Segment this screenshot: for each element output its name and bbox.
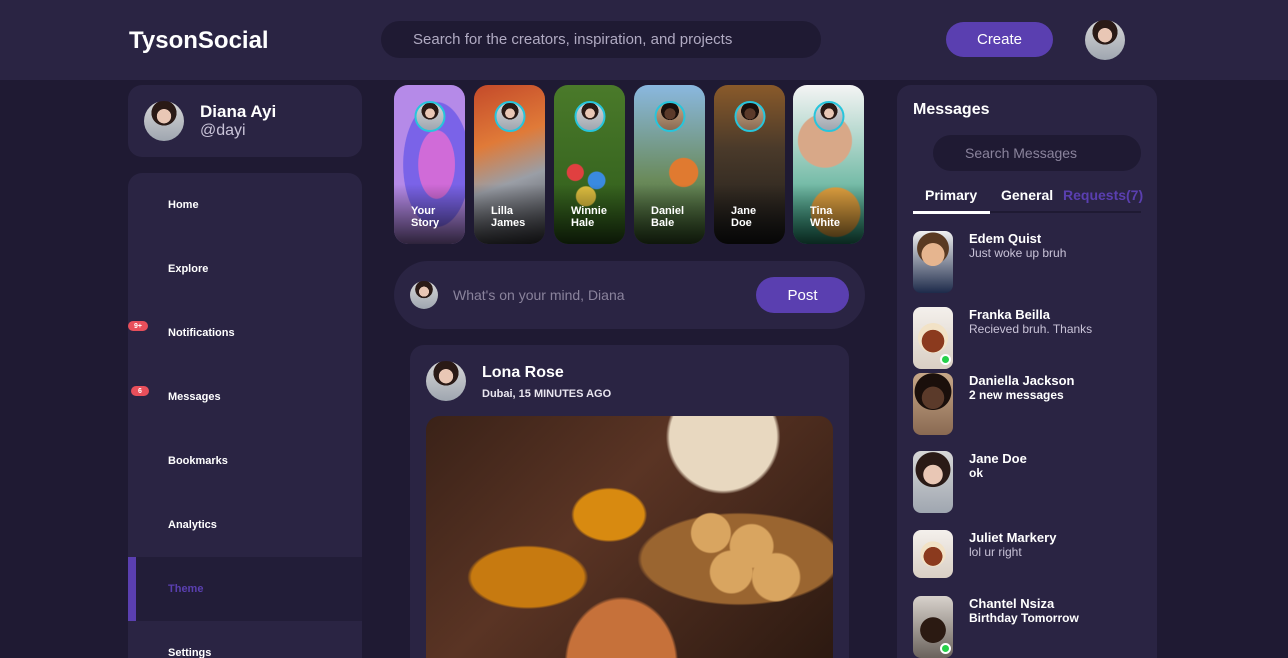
story-avatar xyxy=(813,101,844,132)
menu-item-analytics[interactable]: Analytics xyxy=(128,493,362,557)
menu-item-label: Settings xyxy=(168,647,212,658)
menu-item-label: Messages xyxy=(168,391,221,403)
messages-search-input[interactable]: Search Messages xyxy=(933,135,1141,171)
menu-item-theme[interactable]: Theme xyxy=(128,557,362,621)
message-sender: Edem Quist xyxy=(969,231,1042,246)
composer-avatar xyxy=(410,281,438,309)
message-item[interactable]: Jane Doe ok xyxy=(913,451,1141,513)
profile-card[interactable]: Diana Ayi @dayi xyxy=(128,85,362,157)
menu-item-label: Theme xyxy=(168,583,204,595)
tab-general[interactable]: General xyxy=(1001,187,1053,203)
message-preview: ok xyxy=(969,466,984,480)
global-search-placeholder: Search for the creators, inspiration, an… xyxy=(413,31,733,48)
menu-item-home[interactable]: Home xyxy=(128,173,362,237)
story-avatar xyxy=(494,101,525,132)
message-sender: Chantel Nsiza xyxy=(969,596,1055,611)
message-avatar xyxy=(913,373,953,435)
message-item[interactable]: Juliet Markery lol ur right xyxy=(913,530,1141,592)
post-button[interactable]: Post xyxy=(756,277,849,313)
menu-item-label: Bookmarks xyxy=(168,455,228,467)
post-author-name[interactable]: Lona Rose xyxy=(482,364,564,382)
message-preview: Just woke up bruh xyxy=(969,246,1067,260)
menu-item-notifications[interactable]: 9+ Notifications xyxy=(128,301,362,365)
post-composer: What's on your mind, Diana Post xyxy=(394,261,865,329)
story-card[interactable]: Tina White xyxy=(793,85,864,244)
online-indicator xyxy=(940,643,951,654)
message-item[interactable]: Edem Quist Just woke up bruh xyxy=(913,231,1141,293)
story-avatar xyxy=(654,101,685,132)
story-name: Jane Doe xyxy=(731,205,757,229)
story-name: Lilla James xyxy=(491,205,526,229)
menu-item-explore[interactable]: Explore xyxy=(128,237,362,301)
composer-input[interactable]: What's on your mind, Diana xyxy=(453,287,625,303)
messages-badge: 6 xyxy=(131,386,149,396)
message-preview: lol ur right xyxy=(969,545,1022,559)
story-card[interactable]: Winnie Hale xyxy=(554,85,625,244)
profile-name: Diana Ayi xyxy=(200,102,277,121)
sidebar-menu: Home Explore 9+ Notifications 6 Messages… xyxy=(128,173,362,658)
message-preview: 2 new messages xyxy=(969,388,1064,402)
message-avatar xyxy=(913,530,953,578)
messages-panel: Messages Search Messages Primary General… xyxy=(897,85,1157,658)
message-sender: Franka Beilla xyxy=(969,307,1050,322)
menu-item-label: Analytics xyxy=(168,519,217,531)
story-avatar xyxy=(734,101,765,132)
story-name: Daniel Bale xyxy=(651,205,685,229)
active-indicator xyxy=(128,557,136,621)
profile-avatar xyxy=(144,101,184,141)
create-button[interactable]: Create xyxy=(946,22,1053,57)
online-indicator xyxy=(940,354,951,365)
post-image[interactable] xyxy=(426,416,833,658)
tab-primary[interactable]: Primary xyxy=(912,187,991,214)
story-avatar xyxy=(414,101,445,132)
menu-item-label: Notifications xyxy=(168,327,235,339)
message-sender: Daniella Jackson xyxy=(969,373,1075,388)
menu-item-bookmarks[interactable]: Bookmarks xyxy=(128,429,362,493)
message-avatar xyxy=(913,231,953,293)
message-item[interactable]: Daniella Jackson 2 new messages xyxy=(913,373,1141,435)
message-preview: Birthday Tomorrow xyxy=(969,611,1079,625)
tab-requests[interactable]: Requests(7) xyxy=(1063,187,1143,203)
notifications-badge: 9+ xyxy=(128,321,148,331)
story-name: Tina White xyxy=(810,205,840,229)
message-sender: Juliet Markery xyxy=(969,530,1057,545)
message-avatar xyxy=(913,451,953,513)
story-name: Your Story xyxy=(411,205,440,229)
navbar: TysonSocial Search for the creators, ins… xyxy=(0,0,1288,80)
message-sender: Jane Doe xyxy=(969,451,1027,466)
message-preview: Recieved bruh. Thanks xyxy=(969,322,1093,336)
menu-item-label: Home xyxy=(168,199,199,211)
message-item[interactable]: Franka Beilla Recieved bruh. Thanks xyxy=(913,307,1141,369)
messages-search-placeholder: Search Messages xyxy=(965,145,1078,161)
story-card[interactable]: Daniel Bale xyxy=(634,85,705,244)
profile-handle: @dayi xyxy=(200,122,246,139)
post-author-avatar[interactable] xyxy=(426,361,466,401)
global-search-input[interactable]: Search for the creators, inspiration, an… xyxy=(381,21,821,58)
story-name: Winnie Hale xyxy=(571,205,607,229)
feed-post: Lona Rose Dubai, 15 MINUTES AGO xyxy=(410,345,849,658)
story-card[interactable]: Lilla James xyxy=(474,85,545,244)
message-item[interactable]: Chantel Nsiza Birthday Tomorrow xyxy=(913,596,1141,658)
app-logo[interactable]: TysonSocial xyxy=(129,27,269,55)
menu-item-messages[interactable]: 6 Messages xyxy=(128,365,362,429)
post-meta: Dubai, 15 MINUTES AGO xyxy=(482,388,612,400)
story-card[interactable]: Jane Doe xyxy=(714,85,785,244)
menu-item-label: Explore xyxy=(168,263,209,275)
messages-title: Messages xyxy=(913,101,990,118)
story-card[interactable]: Your Story xyxy=(394,85,465,244)
menu-item-settings[interactable]: Settings xyxy=(128,621,362,658)
user-avatar[interactable] xyxy=(1085,20,1125,60)
story-avatar xyxy=(574,101,605,132)
